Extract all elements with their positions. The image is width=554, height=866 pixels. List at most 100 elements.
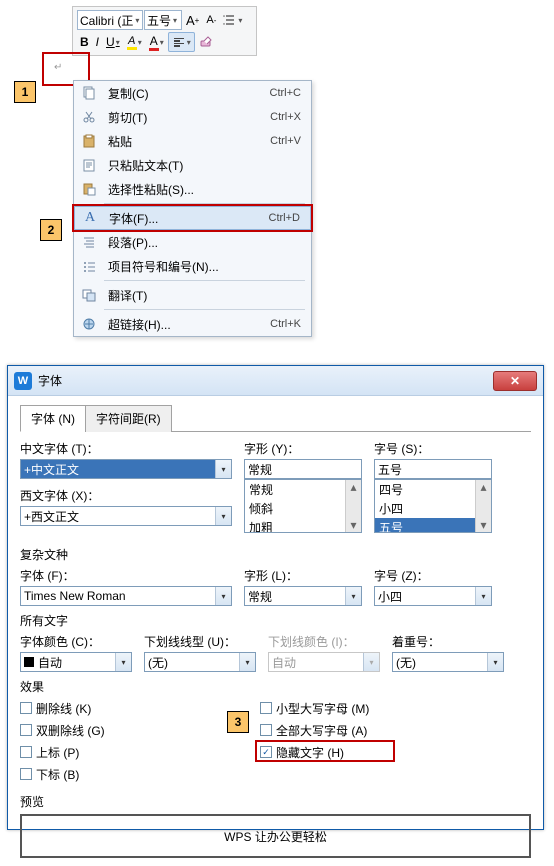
ctx-hyperlink-shortcut: Ctrl+K <box>262 318 301 330</box>
west-font-combo[interactable]: +西文正文 ▾ <box>20 506 232 526</box>
list-item[interactable]: 倾斜 <box>245 499 361 518</box>
effects-group: 效果 <box>20 678 531 695</box>
ctx-hyperlink-label: 超链接(H)... <box>104 316 262 333</box>
align-left-icon <box>172 38 186 47</box>
font-size-combo[interactable]: 五号▾ <box>144 10 182 30</box>
close-button[interactable]: ✕ <box>493 371 537 391</box>
complex-style-label: 字形 (L)： <box>244 567 362 584</box>
all-text-group: 所有文字 <box>20 612 531 629</box>
complex-script-group: 复杂文种 <box>20 546 531 563</box>
double-strike-checkbox[interactable]: 双删除线 (G) <box>20 721 260 739</box>
scissors-icon <box>82 110 96 124</box>
emphasis-label: 着重号： <box>392 633 504 650</box>
ctx-copy-label: 复制(C) <box>104 85 262 102</box>
app-icon: W <box>14 372 32 390</box>
complex-font-combo[interactable]: Times New Roman▾ <box>20 586 232 606</box>
style-listbox[interactable]: 常规 倾斜 加粗 ▴▾ <box>244 479 362 533</box>
font-name-combo[interactable]: Calibri (正▾ <box>77 10 143 30</box>
font-color-button[interactable]: A ▾ <box>146 32 167 52</box>
cn-font-combo[interactable]: +中文正文 ▾ <box>20 459 232 479</box>
superscript-checkbox[interactable]: 上标 (P) <box>20 743 260 761</box>
font-dialog: W 字体 ✕ 字体 (N) 字符间距(R) 中文字体 (T)： +中文正文 ▾ … <box>7 365 544 830</box>
bold-button[interactable]: B <box>77 32 92 52</box>
context-menu: 复制(C) Ctrl+C 剪切(T) Ctrl+X 粘贴 Ctrl+V 只粘贴文… <box>73 80 312 337</box>
tab-font[interactable]: 字体 (N) <box>20 405 86 432</box>
ctx-hyperlink[interactable]: 超链接(H)... Ctrl+K <box>74 312 311 336</box>
ctx-copy-shortcut: Ctrl+C <box>262 87 301 99</box>
ctx-cut[interactable]: 剪切(T) Ctrl+X <box>74 105 311 129</box>
list-item[interactable]: 加粗 <box>245 518 361 533</box>
highlight-font-menu-item <box>72 204 313 232</box>
size-label: 字号 (S)： <box>374 440 492 457</box>
ctx-cut-label: 剪切(T) <box>104 109 262 126</box>
style-label: 字形 (Y)： <box>244 440 362 457</box>
complex-size-combo[interactable]: 小四▾ <box>374 586 492 606</box>
font-name-value: Calibri (正 <box>80 12 133 29</box>
list-item[interactable]: 小四 <box>375 499 491 518</box>
highlight-hidden-checkbox <box>255 740 395 762</box>
ctx-paste-special[interactable]: 选择性粘贴(S)... <box>74 177 311 201</box>
size-listbox[interactable]: 四号 小四 五号 ▴▾ <box>374 479 492 533</box>
underline-button[interactable]: U▾ <box>103 32 123 52</box>
subscript-checkbox[interactable]: 下标 (B) <box>20 765 260 783</box>
ctx-paste[interactable]: 粘贴 Ctrl+V <box>74 129 311 153</box>
font-size-value: 五号 <box>147 12 171 29</box>
list-item[interactable]: 常规 <box>245 480 361 499</box>
ctx-paste-text[interactable]: 只粘贴文本(T) <box>74 153 311 177</box>
ctx-bullets-label: 项目符号和编号(N)... <box>104 258 301 275</box>
formatting-toolbar: Calibri (正▾ 五号▾ A+ A- ▾ B I U▾ A ▾ A ▾ <box>72 6 257 56</box>
dialog-titlebar: W 字体 ✕ <box>8 366 543 396</box>
paragraph-mark-icon: ↵ <box>54 62 62 73</box>
align-button[interactable]: ▾ <box>168 32 195 52</box>
tab-char-spacing[interactable]: 字符间距(R) <box>85 405 172 432</box>
preview-text: WPS 让办公更轻松 <box>224 828 327 845</box>
font-color-combo[interactable]: 自动▾ <box>20 652 132 672</box>
ctx-translate[interactable]: 翻译(T) <box>74 283 311 307</box>
preview-group: 预览 <box>20 793 531 810</box>
ctx-paragraph[interactable]: 段落(P)... <box>74 230 311 254</box>
emphasis-combo[interactable]: (无)▾ <box>392 652 504 672</box>
west-font-label: 西文字体 (X)： <box>20 487 232 504</box>
link-icon <box>82 317 96 331</box>
underline-color-combo: 自动▾ <box>268 652 380 672</box>
scrollbar[interactable]: ▴▾ <box>345 480 361 532</box>
underline-style-combo[interactable]: (无)▾ <box>144 652 256 672</box>
translate-icon <box>82 288 96 302</box>
all-caps-checkbox[interactable]: 全部大写字母 (A) <box>260 721 500 739</box>
copy-icon <box>82 86 96 100</box>
dialog-tabs: 字体 (N) 字符间距(R) <box>20 404 531 432</box>
complex-font-label: 字体 (F)： <box>20 567 232 584</box>
style-input[interactable]: 常规 <box>244 459 362 479</box>
format-painter-button[interactable] <box>196 32 216 52</box>
clipboard-icon <box>82 134 96 148</box>
eraser-icon <box>199 35 213 49</box>
complex-style-combo[interactable]: 常规▾ <box>244 586 362 606</box>
separator <box>104 309 305 310</box>
shrink-font-button[interactable]: A- <box>203 10 219 30</box>
grow-font-button[interactable]: A+ <box>183 10 202 30</box>
separator <box>104 280 305 281</box>
clipboard-text-icon <box>82 158 96 172</box>
caret-down-icon: ▾ <box>135 16 139 25</box>
line-spacing-button[interactable]: ▾ <box>220 10 245 30</box>
size-input[interactable]: 五号 <box>374 459 492 479</box>
cn-font-value: +中文正文 <box>24 461 79 478</box>
list-item[interactable]: 四号 <box>375 480 491 499</box>
highlight-button[interactable]: A ▾ <box>124 32 145 52</box>
ctx-copy[interactable]: 复制(C) Ctrl+C <box>74 81 311 105</box>
small-caps-checkbox[interactable]: 小型大写字母 (M) <box>260 699 500 717</box>
ctx-paste-special-label: 选择性粘贴(S)... <box>104 181 301 198</box>
line-spacing-icon <box>223 13 237 27</box>
italic-button[interactable]: I <box>93 32 102 52</box>
preview-box: WPS 让办公更轻松 <box>20 814 531 858</box>
ctx-bullets[interactable]: 项目符号和编号(N)... <box>74 254 311 278</box>
font-color-label: 字体颜色 (C)： <box>20 633 132 650</box>
strike-checkbox[interactable]: 删除线 (K) <box>20 699 260 717</box>
scrollbar[interactable]: ▴▾ <box>475 480 491 532</box>
ctx-cut-shortcut: Ctrl+X <box>262 111 301 123</box>
west-font-value: +西文正文 <box>24 508 79 525</box>
complex-size-label: 字号 (Z)： <box>374 567 492 584</box>
list-item[interactable]: 五号 <box>375 518 491 533</box>
underline-style-label: 下划线线型 (U)： <box>144 633 256 650</box>
ctx-paste-label: 粘贴 <box>104 133 262 150</box>
